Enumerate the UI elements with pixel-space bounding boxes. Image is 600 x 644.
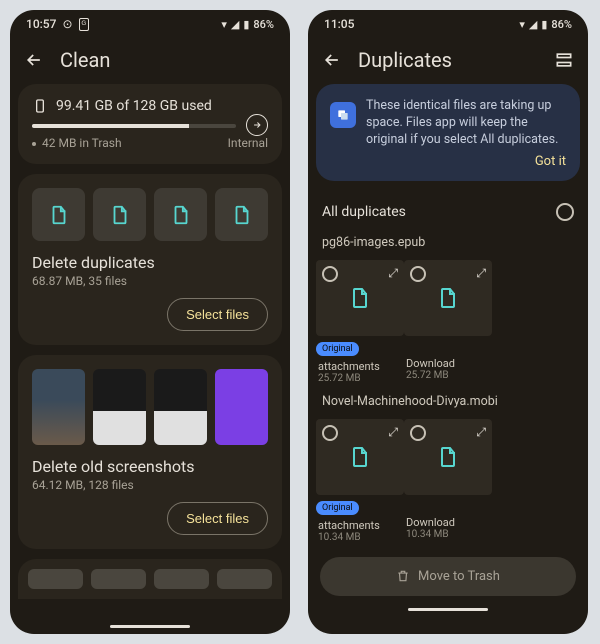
card-title: Delete duplicates (32, 253, 268, 272)
storage-details-button[interactable] (246, 114, 268, 136)
phone-icon (32, 98, 48, 114)
clock: 10:57 (26, 17, 56, 31)
all-duplicates-label: All duplicates (322, 204, 406, 220)
duplicate-group: ⤢ Original attachments 25.72 MB ⤢ Downlo… (308, 254, 588, 390)
select-radio[interactable] (322, 266, 338, 282)
screenshot-thumb[interactable] (32, 369, 85, 445)
expand-icon[interactable]: ⤢ (476, 425, 486, 440)
trash-button-label: Move to Trash (418, 569, 500, 584)
signal-icon: ◢ (231, 18, 239, 31)
view-toggle-icon[interactable] (554, 50, 574, 70)
notif-box-icon: ᴳ (79, 18, 89, 31)
group-title: Novel-Machinehood-Divya.mobi (308, 390, 588, 413)
screenshot-thumb[interactable] (215, 369, 268, 445)
page-title: Clean (60, 48, 276, 72)
file-thumb[interactable] (32, 188, 85, 241)
battery-icon: ▮ (541, 18, 547, 31)
select-radio[interactable] (410, 425, 426, 441)
got-it-button[interactable]: Got it (535, 153, 566, 171)
duplicate-item[interactable]: ⤢ Download 25.72 MB (404, 260, 492, 390)
item-caption: Download (404, 512, 492, 529)
app-bar: Duplicates (308, 38, 588, 84)
duplicate-group: ⤢ Original attachments 10.34 MB ⤢ Downlo… (308, 413, 588, 549)
screenshot-thumb[interactable] (93, 369, 146, 445)
home-indicator[interactable] (110, 625, 190, 628)
storage-card: 99.41 GB of 128 GB used 42 MB in Trash I… (18, 84, 282, 164)
battery-icon: ▮ (243, 18, 249, 31)
page-title: Duplicates (358, 48, 538, 72)
clean-screen: 10:57 ⊙ ᴳ ▾ ◢ ▮ 86% Clean 99.41 GB of 12… (10, 10, 290, 634)
item-size: 25.72 MB (316, 373, 404, 390)
signal-icon: ◢ (529, 18, 537, 31)
select-files-button[interactable]: Select files (167, 298, 268, 331)
select-radio[interactable] (322, 425, 338, 441)
info-banner: These identical files are taking up spac… (316, 84, 580, 181)
item-caption: Download (404, 353, 492, 370)
battery-pct: 86% (551, 18, 572, 31)
clock: 11:05 (324, 17, 354, 31)
card-subtitle: 68.87 MB, 35 files (32, 274, 268, 288)
item-size: 25.72 MB (404, 370, 492, 387)
home-indicator[interactable] (408, 608, 488, 611)
select-files-button[interactable]: Select files (167, 502, 268, 535)
storage-progress (32, 124, 236, 128)
item-caption: attachments (316, 515, 404, 532)
storage-summary: 99.41 GB of 128 GB used (56, 98, 212, 114)
card-subtitle: 64.12 MB, 128 files (32, 478, 268, 492)
select-all-radio[interactable] (556, 203, 574, 221)
screenshots-card: Delete old screenshots 64.12 MB, 128 fil… (18, 355, 282, 549)
select-radio[interactable] (410, 266, 426, 282)
original-badge: Original (316, 501, 359, 515)
back-icon[interactable] (322, 50, 342, 70)
expand-icon[interactable]: ⤢ (388, 266, 398, 281)
status-bar: 11:05 ▾ ◢ ▮ 86% (308, 10, 588, 38)
duplicate-icon (330, 102, 356, 128)
duplicate-item[interactable]: ⤢ Original attachments 25.72 MB (316, 260, 404, 390)
wifi-icon: ▾ (519, 18, 525, 31)
next-card-peek (18, 559, 282, 599)
duplicates-screen: 11:05 ▾ ◢ ▮ 86% Duplicates These identic… (308, 10, 588, 634)
file-thumb[interactable] (215, 188, 268, 241)
wifi-icon: ▾ (221, 18, 227, 31)
expand-icon[interactable]: ⤢ (388, 425, 398, 440)
expand-icon[interactable]: ⤢ (476, 266, 486, 281)
app-bar: Clean (10, 38, 290, 84)
item-caption: attachments (316, 356, 404, 373)
group-title: pg86-images.epub (308, 231, 588, 254)
all-duplicates-header[interactable]: All duplicates (308, 193, 588, 231)
item-size: 10.34 MB (316, 532, 404, 549)
original-badge: Original (316, 342, 359, 356)
file-thumb[interactable] (93, 188, 146, 241)
screenshot-thumb[interactable] (154, 369, 207, 445)
duplicate-item[interactable]: ⤢ Download 10.34 MB (404, 419, 492, 549)
battery-pct: 86% (253, 18, 274, 31)
back-icon[interactable] (24, 50, 44, 70)
item-size: 10.34 MB (404, 529, 492, 546)
notif-dot-icon: ⊙ (62, 17, 72, 31)
trash-size: 42 MB in Trash (32, 136, 122, 150)
card-title: Delete old screenshots (32, 457, 268, 476)
duplicate-item[interactable]: ⤢ Original attachments 10.34 MB (316, 419, 404, 549)
file-thumb[interactable] (154, 188, 207, 241)
duplicates-card: Delete duplicates 68.87 MB, 35 files Sel… (18, 174, 282, 345)
move-to-trash-button[interactable]: Move to Trash (320, 557, 576, 596)
storage-location: Internal (228, 136, 268, 150)
status-bar: 10:57 ⊙ ᴳ ▾ ◢ ▮ 86% (10, 10, 290, 38)
